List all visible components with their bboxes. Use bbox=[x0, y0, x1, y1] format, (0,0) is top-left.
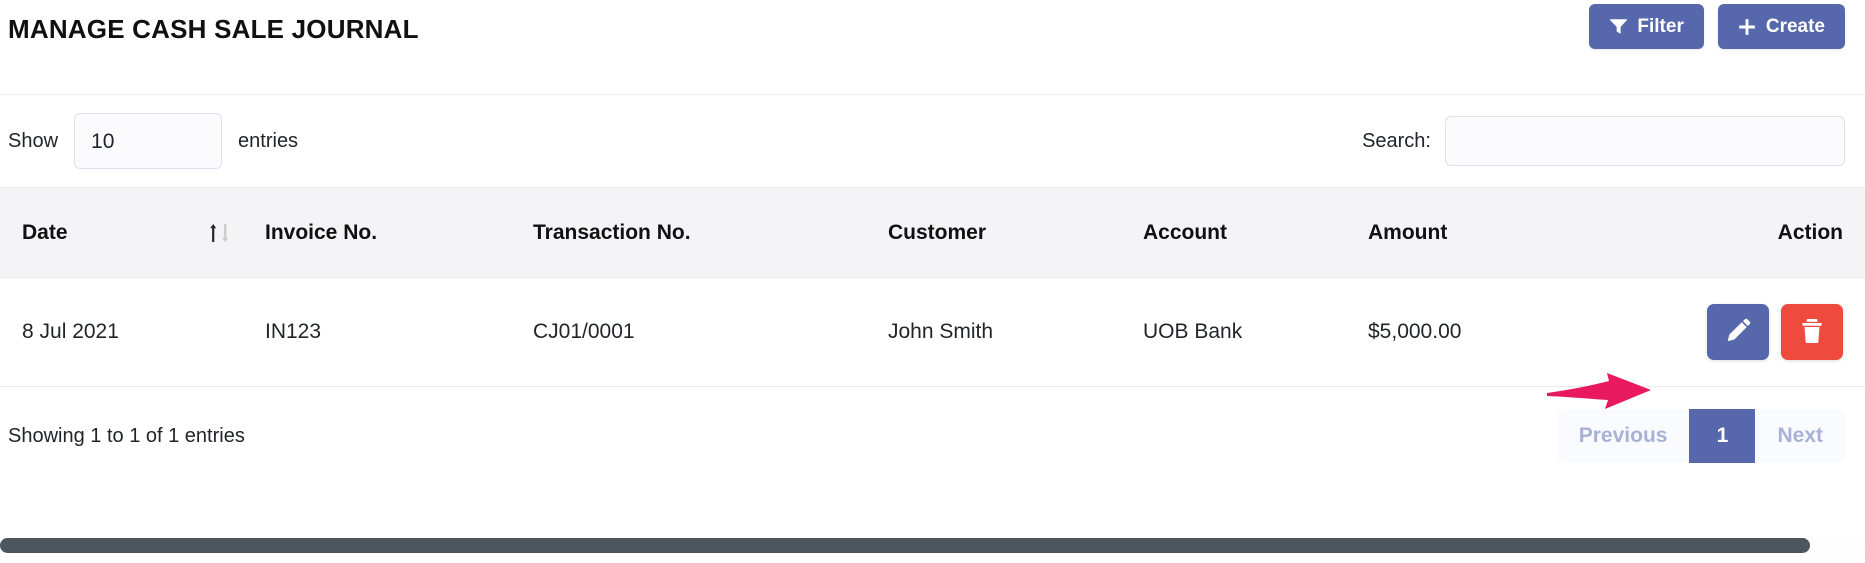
cell-amount: $5,000.00 bbox=[1368, 277, 1628, 387]
show-label: Show bbox=[8, 129, 59, 152]
column-header-invoice-no[interactable]: Invoice No. bbox=[265, 187, 533, 278]
column-header-date-label: Date bbox=[22, 220, 68, 244]
table-row[interactable]: 8 Jul 2021 IN123 CJ01/0001 John Smith UO… bbox=[0, 277, 1865, 387]
column-header-account[interactable]: Account bbox=[1143, 187, 1368, 278]
horizontal-scrollbar[interactable] bbox=[0, 538, 1865, 553]
pagination: Previous 1 Next bbox=[1556, 409, 1845, 463]
column-header-date[interactable]: Date bbox=[0, 187, 265, 278]
pencil-icon bbox=[1725, 318, 1751, 347]
cell-account: UOB Bank bbox=[1143, 277, 1368, 387]
page-length-control: Show 10 entries bbox=[8, 113, 298, 169]
sort-updown-icon[interactable] bbox=[208, 222, 231, 244]
entries-label: entries bbox=[238, 129, 299, 152]
cell-customer: John Smith bbox=[888, 277, 1143, 387]
table-header-row: Date Invoice No. Transaction No. Custome… bbox=[0, 187, 1865, 278]
pagination-next-button[interactable]: Next bbox=[1755, 409, 1845, 463]
column-header-customer[interactable]: Customer bbox=[888, 187, 1143, 278]
trash-icon bbox=[1799, 318, 1825, 347]
search-input[interactable] bbox=[1445, 116, 1845, 166]
table-footer: Showing 1 to 1 of 1 entries Previous 1 N… bbox=[0, 387, 1865, 463]
pagination-page-1-button[interactable]: 1 bbox=[1689, 409, 1756, 463]
entries-info: Showing 1 to 1 of 1 entries bbox=[8, 424, 245, 447]
column-header-amount[interactable]: Amount bbox=[1368, 187, 1628, 278]
cell-date: 8 Jul 2021 bbox=[0, 277, 265, 387]
search-control: Search: bbox=[1362, 116, 1845, 166]
table-controls: Show 10 entries Search: bbox=[0, 95, 1865, 187]
page-header: MANAGE CASH SALE JOURNAL Filter Create bbox=[0, 0, 1865, 95]
edit-row-button[interactable] bbox=[1707, 304, 1769, 360]
search-label: Search: bbox=[1362, 129, 1431, 152]
cell-transaction-no: CJ01/0001 bbox=[533, 277, 888, 387]
filter-button[interactable]: Filter bbox=[1589, 4, 1704, 49]
cash-sale-journal-table: Date Invoice No. Transaction No. Custome… bbox=[0, 187, 1865, 387]
column-header-action: Action bbox=[1628, 187, 1865, 278]
column-header-transaction-no[interactable]: Transaction No. bbox=[533, 187, 888, 278]
cell-action bbox=[1628, 277, 1865, 387]
header-actions: Filter Create bbox=[1589, 4, 1845, 49]
plus-icon bbox=[1738, 18, 1756, 36]
cell-invoice-no: IN123 bbox=[265, 277, 533, 387]
filter-funnel-icon bbox=[1609, 18, 1627, 36]
table-body: 8 Jul 2021 IN123 CJ01/0001 John Smith UO… bbox=[0, 277, 1865, 387]
horizontal-scrollbar-thumb[interactable] bbox=[0, 538, 1810, 553]
table-head: Date Invoice No. Transaction No. Custome… bbox=[0, 187, 1865, 278]
pagination-previous-button[interactable]: Previous bbox=[1556, 409, 1690, 463]
page-title: MANAGE CASH SALE JOURNAL bbox=[8, 14, 419, 44]
create-button[interactable]: Create bbox=[1717, 4, 1845, 49]
data-table-wrapper: Date Invoice No. Transaction No. Custome… bbox=[0, 187, 1865, 387]
create-button-label: Create bbox=[1765, 15, 1825, 37]
page-length-select[interactable]: 10 bbox=[74, 113, 223, 169]
delete-row-button[interactable] bbox=[1781, 304, 1843, 360]
filter-button-label: Filter bbox=[1637, 15, 1684, 37]
